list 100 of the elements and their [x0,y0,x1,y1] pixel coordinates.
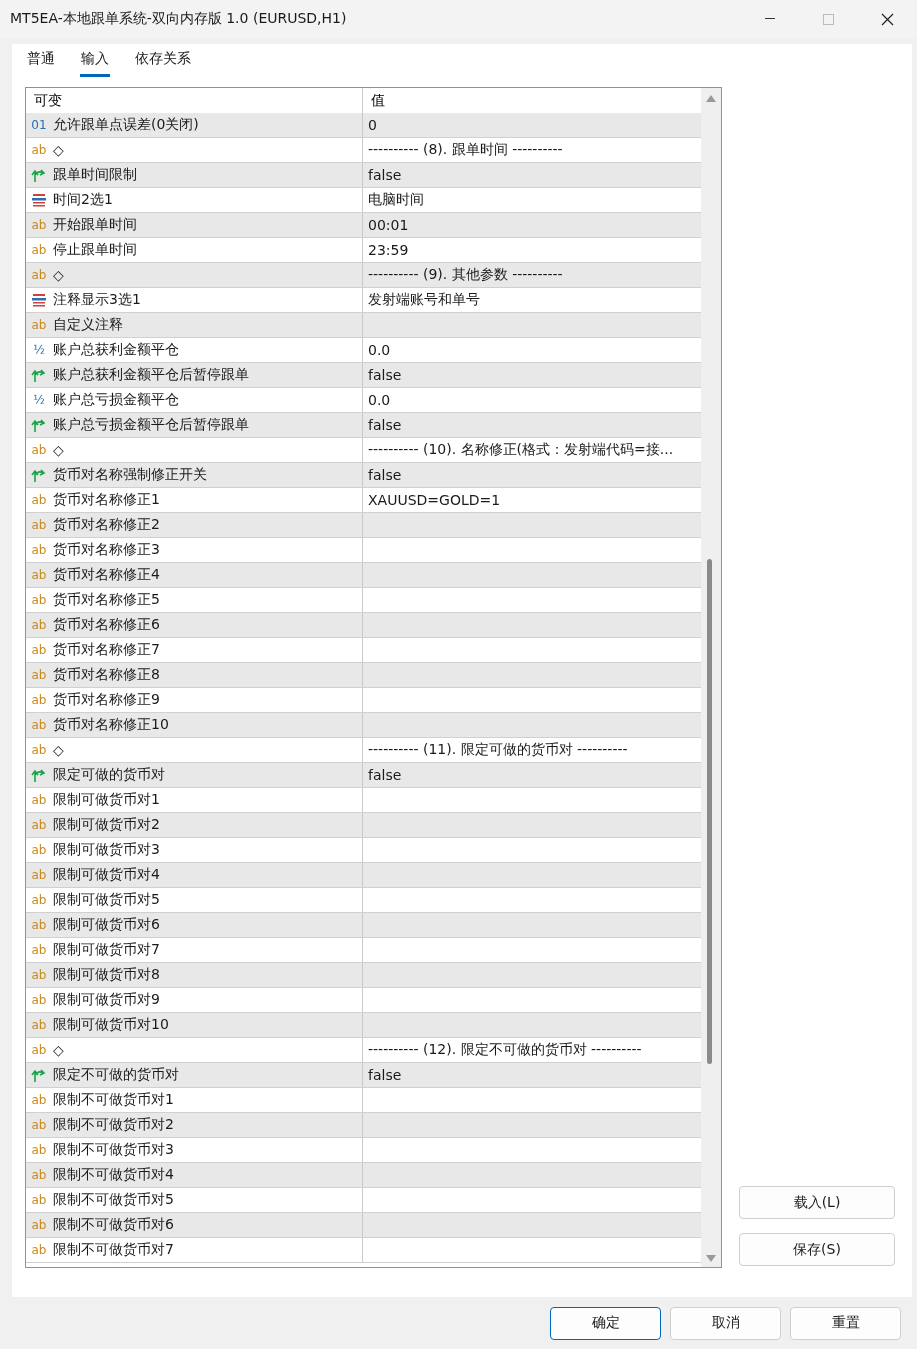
table-row[interactable]: ab 开始跟单时间 00:01 [26,213,701,238]
parameter-name: 限定可做的货币对 [53,766,165,784]
table-row[interactable]: 账户总亏损金额平仓后暂停跟单 false [26,413,701,438]
table-row[interactable]: ab 货币对名称修正4 [26,563,701,588]
scroll-thumb[interactable] [707,559,712,1064]
tab[interactable]: 输入 [80,50,110,77]
column-header[interactable]: 值 [363,88,701,113]
dialog-button[interactable]: 重置 [790,1306,901,1340]
type-icon: ab [31,743,47,757]
table-row[interactable]: ab 限制可做货币对7 [26,938,701,963]
scroll-up-icon[interactable] [705,94,717,103]
table-row[interactable]: ab 限制不可做货币对4 [26,1163,701,1188]
type-icon: ½ [31,393,47,407]
parameter-name: 账户总亏损金额平仓 [53,391,179,409]
parameter-name: 限制可做货币对5 [53,891,160,909]
dialog-button[interactable]: 取消 [670,1306,781,1340]
table-row[interactable]: ab 限制可做货币对6 [26,913,701,938]
table-row[interactable]: ab 限制可做货币对8 [26,963,701,988]
table-row[interactable]: ab 限制可做货币对2 [26,813,701,838]
parameter-value: 电脑时间 [367,191,424,209]
table-row[interactable]: ab 限制可做货币对10 [26,1013,701,1038]
table-row[interactable]: ab 货币对名称修正1 XAUUSD=GOLD=1 [26,488,701,513]
dialog-button[interactable]: 确定 [550,1306,661,1340]
parameter-name: ◇ [53,1042,64,1058]
parameter-name: 限制可做货币对8 [53,966,160,984]
table-row[interactable]: ab 货币对名称修正10 [26,713,701,738]
type-icon: ab [31,643,47,657]
table-row[interactable]: 账户总获利金额平仓后暂停跟单 false [26,363,701,388]
parameter-name: 限制可做货币对9 [53,991,160,1009]
parameter-value: false [367,367,402,383]
side-button[interactable]: 载入(L) [739,1186,895,1219]
table-row[interactable]: ½ 账户总亏损金额平仓 0.0 [26,388,701,413]
type-icon: ab [31,268,47,282]
parameter-name: 开始跟单时间 [53,216,137,234]
parameter-value: false [367,1067,402,1083]
type-icon: ab [31,543,47,557]
table-row[interactable]: 货币对名称强制修正开关 false [26,463,701,488]
table-row[interactable]: ab 自定义注释 [26,313,701,338]
table-row[interactable]: ab 货币对名称修正6 [26,613,701,638]
type-icon: ab [31,618,47,632]
parameter-name: 限制可做货币对7 [53,941,160,959]
table-row[interactable]: ab 货币对名称修正8 [26,663,701,688]
type-icon: ab [31,943,47,957]
type-icon: ab [31,243,47,257]
table-row[interactable]: ab 货币对名称修正9 [26,688,701,713]
table-row[interactable]: ab 限制可做货币对1 [26,788,701,813]
table-row[interactable]: 跟单时间限制 false [26,163,701,188]
type-icon: ab [31,1093,47,1107]
table-row[interactable]: ab 限制不可做货币对2 [26,1113,701,1138]
table-row[interactable]: ab 货币对名称修正5 [26,588,701,613]
branch-arrow-icon [31,467,47,483]
table-row[interactable]: ab 货币对名称修正2 [26,513,701,538]
type-icon: ab [31,843,47,857]
parameter-name: 限制可做货币对2 [53,816,160,834]
parameter-value: ---------- (11). 限定可做的货币对 ---------- [367,741,628,759]
table-row[interactable]: ab 限制不可做货币对1 [26,1088,701,1113]
type-icon: ab [31,518,47,532]
type-icon: ab [31,993,47,1007]
window-title: MT5EA-本地跟单系统-双向内存版 1.0 (EURUSD,H1) [10,10,348,28]
table-row[interactable]: ab 限制可做货币对4 [26,863,701,888]
parameter-value: 发射端账号和单号 [367,291,480,309]
parameter-name: 限制可做货币对6 [53,916,160,934]
type-icon: ab [31,1218,47,1232]
table-row[interactable]: ab 限制可做货币对5 [26,888,701,913]
table-row[interactable]: ab 货币对名称修正3 [26,538,701,563]
table-row[interactable]: ab 限制不可做货币对6 [26,1213,701,1238]
table-row[interactable]: ½ 账户总获利金额平仓 0.0 [26,338,701,363]
tab[interactable]: 依存关系 [134,50,192,77]
table-row[interactable]: 注释显示3选1 发射端账号和单号 [26,288,701,313]
table-row[interactable]: ab 限制不可做货币对7 [26,1238,701,1263]
table-row[interactable]: 01 允许跟单点误差(0关闭) 0 [26,113,701,138]
table-row[interactable]: ab 限制不可做货币对5 [26,1188,701,1213]
table-row[interactable]: ab ◇ ---------- (9). 其他参数 ---------- [26,263,701,288]
table-row[interactable]: ab ◇ ---------- (8). 跟单时间 ---------- [26,138,701,163]
table-row[interactable]: 限定不可做的货币对 false [26,1063,701,1088]
type-icon: ab [31,1118,47,1132]
table-row[interactable]: ab ◇ ---------- (12). 限定不可做的货币对 ---------- [26,1038,701,1063]
table-row[interactable]: ab ◇ ---------- (10). 名称修正(格式：发射端代码=接... [26,438,701,463]
tab[interactable]: 普通 [26,50,56,77]
type-icon: ab [31,693,47,707]
type-icon: ab [31,1018,47,1032]
type-icon: ab [31,968,47,982]
scrollbar[interactable] [701,88,721,1267]
side-button[interactable]: 保存(S) [739,1233,895,1266]
branch-arrow-icon [31,417,47,433]
table-row[interactable]: ab 限制不可做货币对3 [26,1138,701,1163]
parameter-name: 货币对名称修正5 [53,591,160,609]
type-icon: 01 [31,118,47,132]
table-row[interactable]: ab ◇ ---------- (11). 限定可做的货币对 ---------- [26,738,701,763]
table-row[interactable]: ab 停止跟单时间 23:59 [26,238,701,263]
type-icon: ab [31,668,47,682]
table-row[interactable]: ab 货币对名称修正7 [26,638,701,663]
table-row[interactable]: 时间2选1 电脑时间 [26,188,701,213]
branch-arrow-icon [31,1067,47,1083]
scroll-down-icon[interactable] [705,1254,717,1263]
table-row[interactable]: 限定可做的货币对 false [26,763,701,788]
parameter-name: 限制可做货币对3 [53,841,160,859]
type-icon: ab [31,143,47,157]
table-row[interactable]: ab 限制可做货币对3 [26,838,701,863]
table-row[interactable]: ab 限制可做货币对9 [26,988,701,1013]
